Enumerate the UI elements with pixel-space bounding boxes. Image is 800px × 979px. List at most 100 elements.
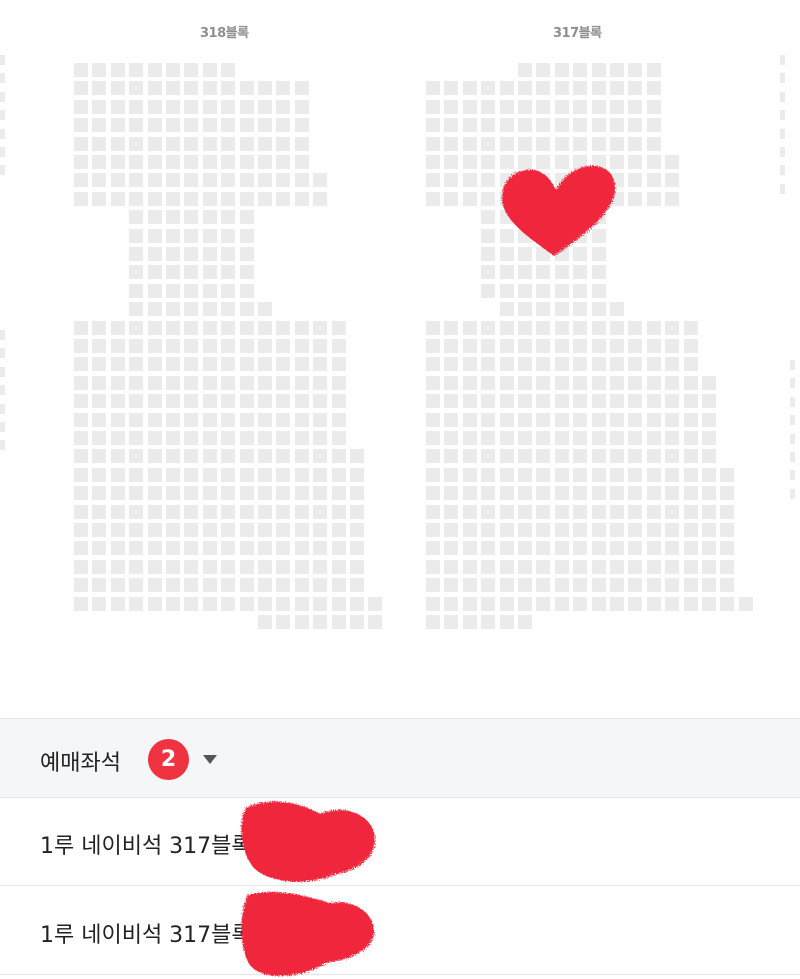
seat[interactable] bbox=[684, 560, 698, 574]
seat[interactable] bbox=[313, 578, 327, 592]
seat[interactable] bbox=[129, 597, 143, 611]
seat[interactable] bbox=[610, 449, 624, 463]
seat[interactable] bbox=[555, 100, 569, 114]
seat[interactable] bbox=[148, 247, 162, 261]
seat[interactable] bbox=[647, 468, 661, 482]
seat[interactable] bbox=[148, 431, 162, 445]
seat[interactable] bbox=[184, 523, 198, 537]
seat[interactable] bbox=[74, 63, 88, 77]
seat[interactable] bbox=[573, 449, 587, 463]
seat[interactable] bbox=[500, 486, 514, 500]
seat[interactable] bbox=[647, 505, 661, 519]
seat[interactable] bbox=[426, 449, 440, 463]
seat[interactable] bbox=[184, 100, 198, 114]
seat[interactable] bbox=[518, 357, 532, 371]
seat[interactable] bbox=[276, 81, 290, 95]
seat[interactable] bbox=[684, 468, 698, 482]
seat[interactable] bbox=[610, 541, 624, 555]
seat[interactable] bbox=[555, 302, 569, 316]
seat[interactable] bbox=[295, 449, 309, 463]
seat[interactable] bbox=[221, 357, 235, 371]
seat[interactable] bbox=[221, 192, 235, 206]
seat[interactable] bbox=[463, 597, 477, 611]
seat[interactable] bbox=[221, 431, 235, 445]
seat[interactable] bbox=[166, 578, 180, 592]
seat[interactable] bbox=[481, 229, 495, 243]
seat[interactable] bbox=[555, 63, 569, 77]
seat[interactable] bbox=[647, 523, 661, 537]
seat[interactable] bbox=[184, 265, 198, 279]
seat[interactable] bbox=[555, 137, 569, 151]
seat[interactable] bbox=[426, 541, 440, 555]
seat[interactable] bbox=[536, 431, 550, 445]
seat[interactable] bbox=[240, 394, 254, 408]
seat[interactable] bbox=[203, 541, 217, 555]
seat[interactable] bbox=[129, 339, 143, 353]
seat[interactable] bbox=[92, 541, 106, 555]
seat[interactable] bbox=[313, 413, 327, 427]
seat[interactable] bbox=[463, 357, 477, 371]
seat[interactable] bbox=[684, 486, 698, 500]
seat[interactable] bbox=[536, 449, 550, 463]
seat[interactable] bbox=[129, 265, 143, 279]
seat[interactable] bbox=[148, 192, 162, 206]
seat[interactable] bbox=[221, 265, 235, 279]
seat[interactable] bbox=[628, 376, 642, 390]
seat[interactable] bbox=[350, 615, 364, 629]
seat[interactable] bbox=[426, 339, 440, 353]
seat[interactable] bbox=[647, 578, 661, 592]
seat[interactable] bbox=[74, 376, 88, 390]
seat[interactable] bbox=[426, 192, 440, 206]
seat[interactable] bbox=[184, 81, 198, 95]
seat[interactable] bbox=[592, 505, 606, 519]
seat[interactable] bbox=[647, 81, 661, 95]
seat[interactable] bbox=[518, 468, 532, 482]
seat[interactable] bbox=[665, 578, 679, 592]
seat[interactable] bbox=[295, 597, 309, 611]
seat[interactable] bbox=[313, 321, 327, 335]
seat[interactable] bbox=[350, 505, 364, 519]
seat[interactable] bbox=[665, 523, 679, 537]
seat[interactable] bbox=[166, 247, 180, 261]
seat[interactable] bbox=[166, 302, 180, 316]
seat[interactable] bbox=[518, 413, 532, 427]
seat[interactable] bbox=[500, 413, 514, 427]
seat[interactable] bbox=[628, 339, 642, 353]
seat[interactable] bbox=[500, 302, 514, 316]
seat[interactable] bbox=[166, 357, 180, 371]
seat[interactable] bbox=[240, 229, 254, 243]
seat[interactable] bbox=[221, 118, 235, 132]
seat[interactable] bbox=[184, 192, 198, 206]
seat[interactable] bbox=[74, 486, 88, 500]
seat[interactable] bbox=[702, 560, 716, 574]
seat[interactable] bbox=[628, 413, 642, 427]
seat[interactable] bbox=[74, 137, 88, 151]
seat[interactable] bbox=[426, 173, 440, 187]
seat[interactable] bbox=[74, 394, 88, 408]
seat[interactable] bbox=[203, 192, 217, 206]
seat[interactable] bbox=[166, 229, 180, 243]
seat[interactable] bbox=[555, 523, 569, 537]
seat[interactable] bbox=[276, 541, 290, 555]
seat[interactable] bbox=[592, 357, 606, 371]
seat[interactable] bbox=[684, 394, 698, 408]
seat[interactable] bbox=[184, 229, 198, 243]
seat[interactable] bbox=[739, 597, 753, 611]
seat[interactable] bbox=[610, 578, 624, 592]
seat[interactable] bbox=[426, 597, 440, 611]
seat[interactable] bbox=[295, 615, 309, 629]
seat[interactable] bbox=[481, 100, 495, 114]
seat[interactable] bbox=[518, 376, 532, 390]
seat[interactable] bbox=[500, 357, 514, 371]
seat[interactable] bbox=[313, 173, 327, 187]
seat[interactable] bbox=[518, 265, 532, 279]
seat[interactable] bbox=[592, 541, 606, 555]
seat[interactable] bbox=[463, 413, 477, 427]
seat[interactable] bbox=[463, 468, 477, 482]
seat[interactable] bbox=[463, 155, 477, 169]
seat[interactable] bbox=[573, 376, 587, 390]
seat[interactable] bbox=[647, 63, 661, 77]
seat[interactable] bbox=[221, 486, 235, 500]
seat[interactable] bbox=[628, 431, 642, 445]
seat[interactable] bbox=[481, 449, 495, 463]
